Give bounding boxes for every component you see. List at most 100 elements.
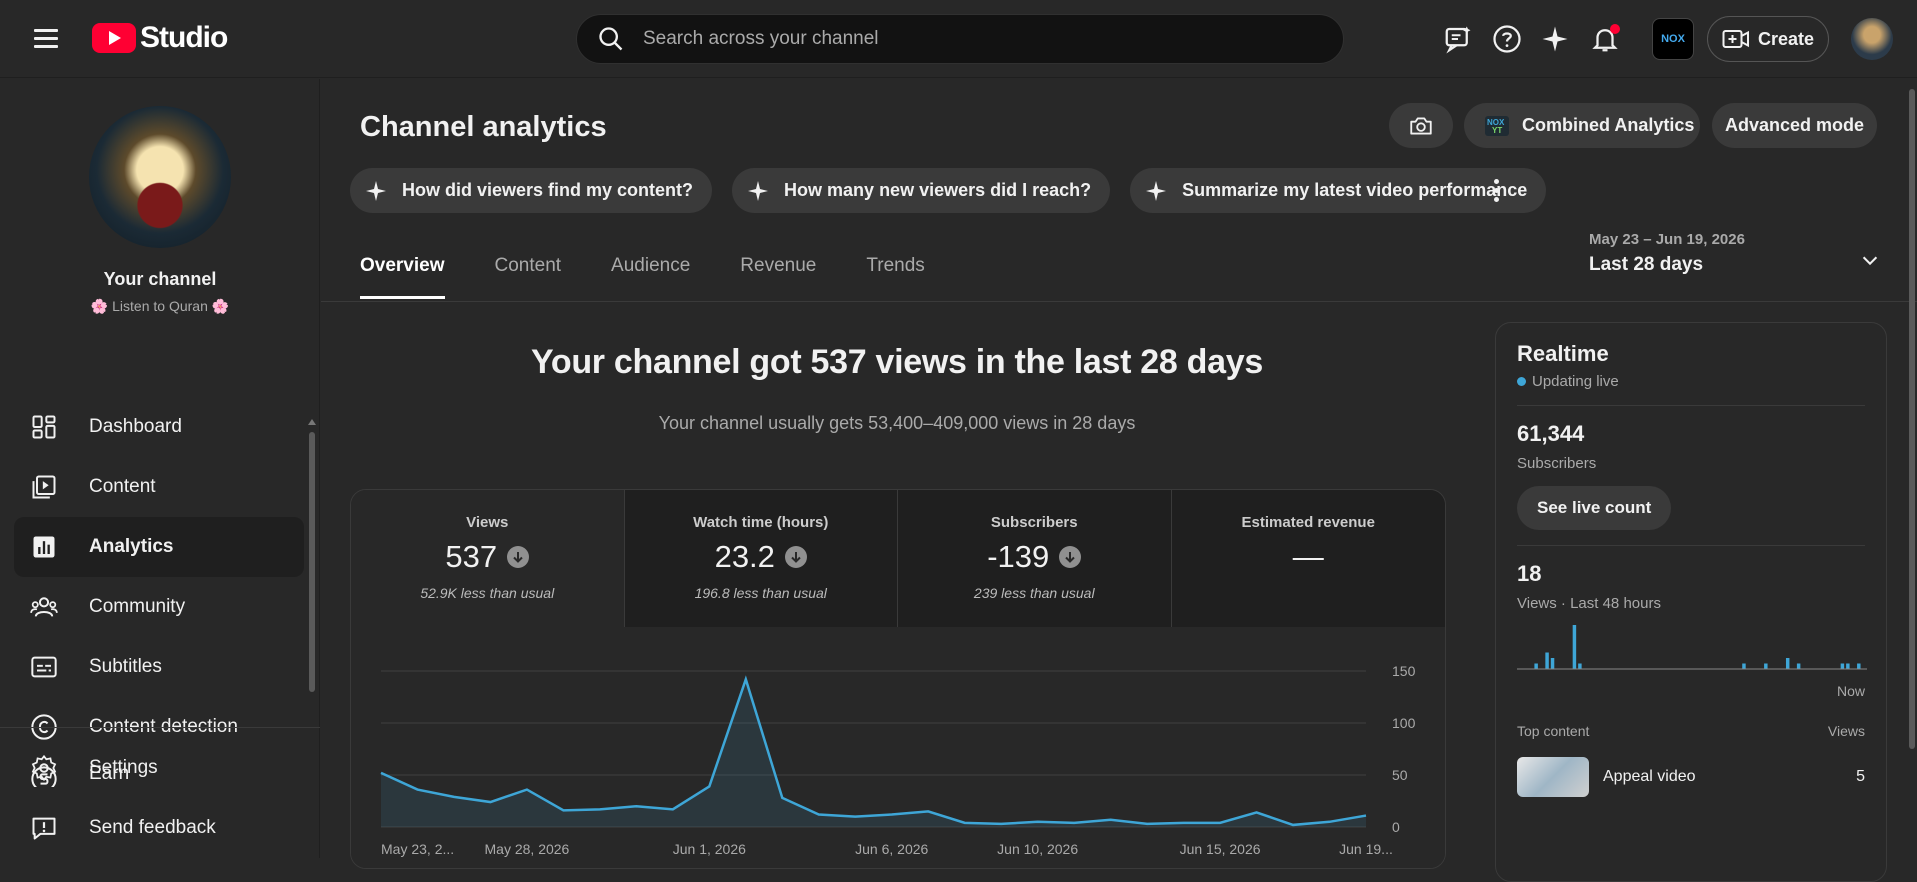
brand-account-button[interactable]: NOX — [1652, 18, 1694, 60]
account-avatar[interactable] — [1851, 18, 1893, 60]
metric-value: 23.2 — [714, 539, 775, 574]
tab-trends[interactable]: Trends — [866, 245, 924, 299]
x-tick-label: Jun 15, 2026 — [1180, 841, 1261, 857]
page-title: Channel analytics — [360, 111, 607, 143]
metric-label: Views — [466, 514, 509, 531]
sidebar-item-analytics[interactable]: Analytics — [14, 517, 304, 577]
snapshot-button[interactable] — [1389, 103, 1453, 148]
sidebar-item-community[interactable]: Community — [14, 577, 304, 637]
realtime-status: Updating live — [1517, 373, 1865, 390]
realtime-views-count: 18 — [1517, 561, 1542, 586]
top-content-item[interactable]: Appeal video 5 — [1517, 757, 1865, 797]
svg-text:YT: YT — [1492, 126, 1502, 135]
sidebar-item-content[interactable]: Content — [14, 457, 304, 517]
sidebar-scrollbar[interactable] — [308, 347, 316, 693]
tab-overview[interactable]: Overview — [360, 245, 445, 299]
realtime-bar[interactable] — [1857, 663, 1861, 670]
search-icon — [599, 27, 623, 51]
realtime-bar[interactable] — [1578, 663, 1582, 670]
metric-value: — — [1292, 539, 1324, 574]
realtime-bar[interactable] — [1534, 663, 1538, 670]
analytics-icon — [28, 531, 60, 563]
arrow-down-icon — [784, 546, 807, 568]
sidebar-item-label: Analytics — [89, 536, 174, 557]
help-icon[interactable] — [1490, 22, 1524, 56]
sidebar-item-label: Content — [89, 476, 156, 497]
sidebar-item-send-feedback[interactable]: Send feedback — [14, 798, 304, 858]
combined-analytics-button[interactable]: NOX YT Combined Analytics — [1464, 103, 1700, 148]
tab-content[interactable]: Content — [495, 245, 562, 299]
realtime-bar[interactable] — [1846, 663, 1850, 670]
summary-subline: Your channel usually gets 53,400–409,000… — [658, 413, 1136, 433]
sparkle-icon[interactable] — [1538, 22, 1572, 56]
metric-subscribers[interactable]: Subscribers -139 239 less than usual — [898, 490, 1172, 627]
create-label: Create — [1758, 28, 1815, 49]
channel-title: Your channel — [103, 269, 217, 289]
advanced-mode-label: Advanced mode — [1724, 115, 1865, 135]
sidebar-item-settings[interactable]: Settings — [14, 738, 304, 798]
gear-icon — [28, 752, 60, 784]
chevron-down-icon — [1862, 256, 1878, 266]
metric-views[interactable]: Views 537 52.9K less than usual — [351, 490, 625, 627]
main-scroll-thumb[interactable] — [1909, 89, 1915, 749]
top-content-header: Top content Views — [1517, 723, 1865, 739]
metric-note: 196.8 less than usual — [694, 585, 827, 601]
realtime-bar[interactable] — [1785, 658, 1790, 669]
realtime-bar[interactable] — [1742, 663, 1746, 670]
tabs-divider — [321, 301, 1917, 302]
realtime-status-label: Updating live — [1532, 373, 1619, 390]
tab-audience[interactable]: Audience — [611, 245, 690, 299]
channel-avatar[interactable] — [89, 106, 231, 248]
content-icon — [28, 471, 60, 503]
y-tick-label: 150 — [1392, 663, 1416, 679]
advanced-mode-button[interactable]: Advanced mode — [1712, 103, 1877, 148]
date-range-dates: May 23 – Jun 19, 2026 — [1589, 231, 1745, 248]
metric-watch-time[interactable]: Watch time (hours) 23.2 196.8 less than … — [624, 490, 898, 627]
create-video-icon — [1722, 30, 1749, 48]
menu-icon[interactable] — [30, 24, 62, 54]
search-bar[interactable] — [576, 14, 1344, 64]
sidebar-item-label: Send feedback — [89, 817, 216, 838]
chip-new-viewers[interactable]: How many new viewers did I reach? — [732, 168, 1111, 213]
video-thumbnail — [1517, 757, 1589, 797]
chip-viewers-find-content[interactable]: How did viewers find my content? — [350, 168, 713, 213]
realtime-views-chart — [1517, 625, 1867, 670]
realtime-bar[interactable] — [1550, 658, 1555, 669]
sidebar-item-label: Dashboard — [89, 416, 182, 437]
realtime-card: Realtime Updating live 61,344 Subscriber… — [1495, 322, 1887, 882]
arrow-down-icon — [1059, 546, 1082, 568]
subscriber-count-label: Subscribers — [1517, 455, 1597, 472]
x-tick-label: Jun 1, 2026 — [673, 841, 746, 857]
create-button[interactable]: Create — [1707, 16, 1829, 62]
realtime-bar[interactable] — [1764, 663, 1768, 670]
studio-logo[interactable]: Studio — [92, 20, 228, 56]
realtime-bar[interactable] — [1545, 652, 1549, 670]
metric-estimated-revenue[interactable]: Estimated revenue — — [1171, 490, 1445, 627]
metric-note: 52.9K less than usual — [420, 585, 555, 601]
realtime-bar[interactable] — [1572, 625, 1577, 669]
more-options-icon[interactable] — [1481, 175, 1511, 205]
x-tick-label: Jun 10, 2026 — [997, 841, 1078, 857]
tab-revenue[interactable]: Revenue — [740, 245, 816, 299]
realtime-bar[interactable] — [1840, 663, 1845, 670]
search-input[interactable] — [643, 28, 1243, 50]
main-content: Channel analytics NOX YT Combined Analyti… — [321, 79, 1917, 882]
top-content-views-label: Views — [1827, 723, 1865, 739]
x-tick-label: Jun 19... — [1339, 841, 1393, 857]
sidebar-scroll-thumb[interactable] — [309, 432, 315, 692]
ai-feedback-icon[interactable] — [1441, 22, 1475, 56]
channel-name[interactable]: 🌸 Listen to Quran 🌸 — [0, 298, 320, 315]
scroll-up-arrow-icon[interactable] — [308, 419, 316, 425]
main-scrollbar[interactable] — [1907, 79, 1917, 858]
sidebar-item-label: Subtitles — [89, 656, 162, 677]
sidebar-item-subtitles[interactable]: Subtitles — [14, 637, 304, 697]
notifications-icon[interactable] — [1588, 22, 1622, 56]
subtitles-icon — [28, 651, 60, 683]
y-tick-label: 100 — [1392, 715, 1416, 731]
chip-label: How did viewers find my content? — [402, 180, 694, 200]
realtime-bar[interactable] — [1796, 663, 1801, 670]
views-chart: 150 100 50 0 May 23, 2... May 28, 2026 Jun 1, … — [351, 627, 1445, 868]
sidebar-item-dashboard[interactable]: Dashboard — [14, 397, 304, 457]
date-range-picker[interactable]: May 23 – Jun 19, 2026 Last 28 days — [1589, 231, 1909, 291]
see-live-count-button[interactable]: See live count — [1517, 486, 1672, 530]
